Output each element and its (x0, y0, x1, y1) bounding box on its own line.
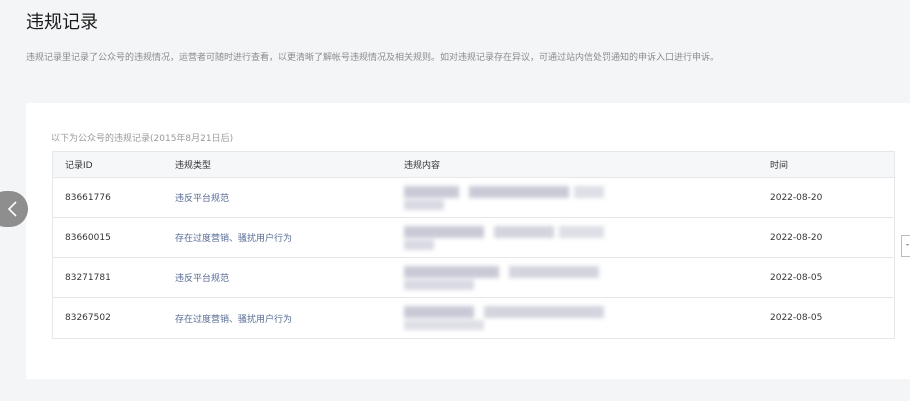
violation-type-link[interactable]: 违反平台规范 (175, 191, 229, 204)
table-row: 83271781 违反平台规范 2022-08-05 (53, 258, 894, 298)
table-row: 83660015 存在过度营销、骚扰用户行为 2022-08-20 (53, 218, 894, 258)
record-id: 83660015 (65, 232, 111, 243)
record-time: 2022-08-20 (770, 232, 823, 243)
records-note: 以下为公众号的违规记录(2015年8月21日后) (51, 134, 234, 144)
record-time: 2022-08-05 (770, 272, 823, 283)
header-violation-type: 违规类型 (175, 161, 212, 171)
blurred-violation-content (404, 184, 604, 212)
page-description: 违规记录里记录了公众号的违规情况，运营者可随时进行查看，以更清晰了解帐号违规情况… (26, 53, 720, 63)
violation-type-link[interactable]: 存在过度营销、骚扰用户行为 (175, 312, 292, 325)
blurred-violation-content (404, 304, 604, 332)
records-card: 以下为公众号的违规记录(2015年8月21日后) 记录ID 违规类型 违规内容 … (26, 103, 910, 379)
chevron-left-icon (6, 200, 18, 218)
blurred-violation-content (404, 224, 604, 252)
previous-page-button[interactable] (0, 191, 28, 227)
record-time: 2022-08-20 (770, 192, 823, 203)
records-table: 记录ID 违规类型 违规内容 时间 83661776 违反平台规范 2022-0… (52, 151, 895, 339)
violation-type-link[interactable]: 违反平台规范 (175, 271, 229, 284)
table-row: 83267502 存在过度营销、骚扰用户行为 2022-08-05 (53, 298, 894, 338)
side-tab[interactable]: - (901, 235, 910, 257)
table-row: 83661776 违反平台规范 2022-08-20 (53, 178, 894, 218)
record-id: 83661776 (65, 192, 111, 203)
record-id: 83267502 (65, 313, 111, 323)
header-violation-content: 违规内容 (404, 161, 441, 171)
record-time: 2022-08-05 (770, 313, 823, 323)
table-header: 记录ID 违规类型 违规内容 时间 (53, 152, 894, 178)
header-record-id: 记录ID (65, 161, 93, 171)
record-id: 83271781 (65, 272, 111, 283)
violation-type-link[interactable]: 存在过度营销、骚扰用户行为 (175, 231, 292, 244)
blurred-violation-content (404, 264, 604, 292)
page-title: 违规记录 (26, 12, 98, 33)
header-time: 时间 (770, 161, 789, 171)
